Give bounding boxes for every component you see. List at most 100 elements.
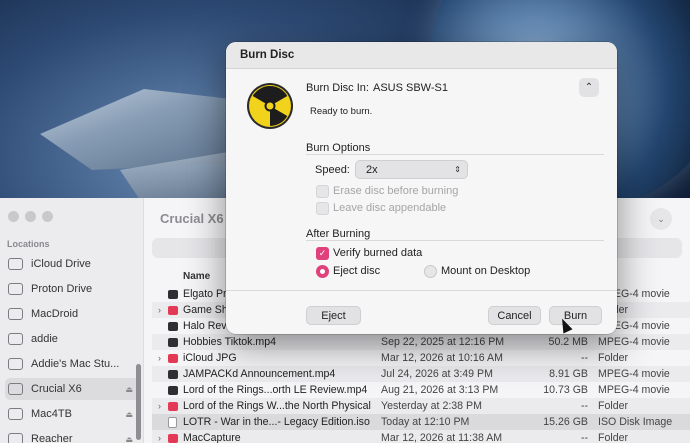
file-row[interactable]: › Lord of the Rings W...the North Physica… — [152, 398, 690, 414]
file-kind: ISO Disk Image — [598, 416, 673, 428]
verify-checkbox[interactable]: ✓ — [316, 247, 329, 260]
eject-icon[interactable]: ⏏ — [125, 410, 133, 419]
file-row[interactable]: Lord of the Rings...orth LE Review.mp4 Au… — [152, 382, 690, 398]
file-kind: Folder — [598, 432, 629, 443]
disclosure-chevron-icon[interactable]: › — [158, 433, 166, 443]
speed-label: Speed: — [315, 164, 350, 176]
file-name: Lord of the Rings W...the North Physical — [183, 400, 371, 412]
cloud-icon — [8, 258, 23, 270]
disclosure-chevron-icon[interactable]: › — [158, 401, 166, 411]
file-kind: Folder — [598, 400, 629, 412]
file-size: 8.91 GB — [549, 368, 588, 380]
file-name: JAMPACKd Announcement.mp4 — [183, 368, 336, 380]
video-file-icon — [168, 289, 178, 299]
disclosure-chevron-icon[interactable]: › — [158, 305, 166, 315]
erase-disc-label: Erase disc before burning — [333, 185, 459, 197]
finder-title: Crucial X6 — [160, 211, 224, 226]
minimize-window-button[interactable] — [25, 211, 36, 222]
burn-disc-dialog: Burn Disc Burn Disc In: ASUS SBW-S1 Read… — [226, 42, 617, 334]
folder-icon — [168, 401, 178, 411]
erase-disc-checkbox[interactable] — [316, 185, 329, 198]
file-name: LOTR - War in the...- Legacy Edition.iso — [183, 416, 370, 428]
file-date: Jul 24, 2026 at 3:49 PM — [381, 368, 493, 380]
burn-button[interactable]: Burn — [549, 306, 602, 325]
leave-appendable-checkbox[interactable] — [316, 202, 329, 215]
eject-disc-radio[interactable] — [316, 265, 329, 278]
close-window-button[interactable] — [8, 211, 19, 222]
speed-select[interactable]: 2x ⇕ — [355, 160, 468, 179]
sidebar-item-label: Mac4TB — [31, 408, 72, 420]
file-size: 50.2 MB — [548, 336, 588, 348]
sidebar-item[interactable]: Crucial X6 ⏏ — [5, 378, 139, 400]
file-date: Mar 12, 2026 at 11:38 AM — [381, 432, 503, 443]
after-burning-heading: After Burning — [306, 228, 371, 240]
view-options-button[interactable]: ⌄ — [650, 208, 672, 230]
folder-icon — [168, 433, 178, 443]
file-row[interactable]: LOTR - War in the...- Legacy Edition.iso… — [152, 414, 690, 430]
file-kind: MPEG-4 movie — [598, 336, 670, 348]
speed-value: 2x — [366, 164, 378, 176]
sidebar-item-label: Addie's Mac Stu... — [31, 358, 120, 370]
file-row[interactable]: Hobbies Tiktok.mp4 Sep 22, 2025 at 12:16 … — [152, 334, 690, 350]
file-date: Sep 22, 2025 at 12:16 PM — [381, 336, 505, 348]
sidebar-item-label: addie — [31, 333, 58, 345]
cancel-button[interactable]: Cancel — [488, 306, 541, 325]
file-row[interactable]: JAMPACKd Announcement.mp4 Jul 24, 2026 at… — [152, 366, 690, 382]
file-row[interactable]: › iCloud JPG Mar 12, 2026 at 10:16 AM -- Fol… — [152, 350, 690, 366]
verify-label: Verify burned data — [333, 247, 423, 259]
eject-button[interactable]: Eject — [306, 306, 361, 325]
mount-desktop-radio[interactable] — [424, 265, 437, 278]
file-name: iCloud JPG — [183, 352, 237, 364]
footer-divider — [226, 290, 617, 291]
sidebar-item[interactable]: Proton Drive — [5, 278, 139, 300]
window-controls — [8, 211, 53, 222]
file-kind: MPEG-4 movie — [598, 384, 670, 396]
column-header-name[interactable]: Name — [183, 271, 210, 282]
video-file-icon — [168, 321, 178, 331]
leave-appendable-label: Leave disc appendable — [333, 202, 447, 214]
sidebar-item[interactable]: Mac4TB ⏏ — [5, 403, 139, 425]
sidebar-item[interactable]: addie — [5, 328, 139, 350]
burn-in-label: Burn Disc In: — [306, 82, 369, 94]
eject-icon[interactable]: ⏏ — [125, 385, 133, 394]
zoom-window-button[interactable] — [42, 211, 53, 222]
video-file-icon — [168, 337, 178, 347]
file-name: Elgato Pr — [183, 288, 227, 300]
mount-desktop-radio-label: Mount on Desktop — [441, 265, 531, 277]
sidebar-item-label: Reacher — [31, 433, 73, 443]
file-size: -- — [580, 432, 588, 443]
file-name: MacCapture — [183, 432, 241, 443]
sidebar-heading: Locations — [7, 239, 50, 249]
file-size: -- — [580, 352, 588, 364]
file-size: 10.73 GB — [543, 384, 588, 396]
eject-icon[interactable]: ⏏ — [125, 435, 133, 443]
computer-icon — [8, 358, 23, 370]
sidebar-item[interactable]: MacDroid — [5, 303, 139, 325]
file-name: Lord of the Rings...orth LE Review.mp4 — [183, 384, 368, 396]
sidebar-item[interactable]: iCloud Drive — [5, 253, 139, 275]
disk-image-icon — [168, 416, 177, 428]
drive-icon — [8, 433, 23, 443]
chevron-updown-icon: ⇕ — [454, 165, 461, 174]
eject-disc-radio-label: Eject disc — [333, 265, 381, 277]
file-row[interactable]: › MacCapture Mar 12, 2026 at 11:38 AM -- Fol… — [152, 430, 690, 443]
sidebar-item-label: iCloud Drive — [31, 258, 91, 270]
folder-icon — [8, 308, 23, 320]
burn-options-heading: Burn Options — [306, 142, 371, 154]
finder-sidebar: Locations iCloud Drive Proton Drive MacDro… — [0, 198, 144, 443]
file-name: Game Sh — [183, 304, 228, 316]
divider — [306, 240, 604, 241]
file-size: 15.26 GB — [543, 416, 588, 428]
folder-icon — [8, 283, 23, 295]
file-kind: MPEG-4 movie — [598, 368, 670, 380]
sidebar-item[interactable]: Reacher ⏏ — [5, 428, 139, 443]
collapse-chevron-button[interactable]: ⌃ — [579, 78, 599, 97]
folder-icon — [168, 305, 178, 315]
disclosure-chevron-icon[interactable]: › — [158, 353, 166, 363]
video-file-icon — [168, 385, 178, 395]
file-date: Yesterday at 2:38 PM — [381, 400, 482, 412]
sidebar-item[interactable]: Addie's Mac Stu... — [5, 353, 139, 375]
divider — [306, 154, 604, 155]
device-name: ASUS SBW-S1 — [373, 82, 448, 94]
sidebar-scrollbar[interactable] — [136, 364, 141, 440]
